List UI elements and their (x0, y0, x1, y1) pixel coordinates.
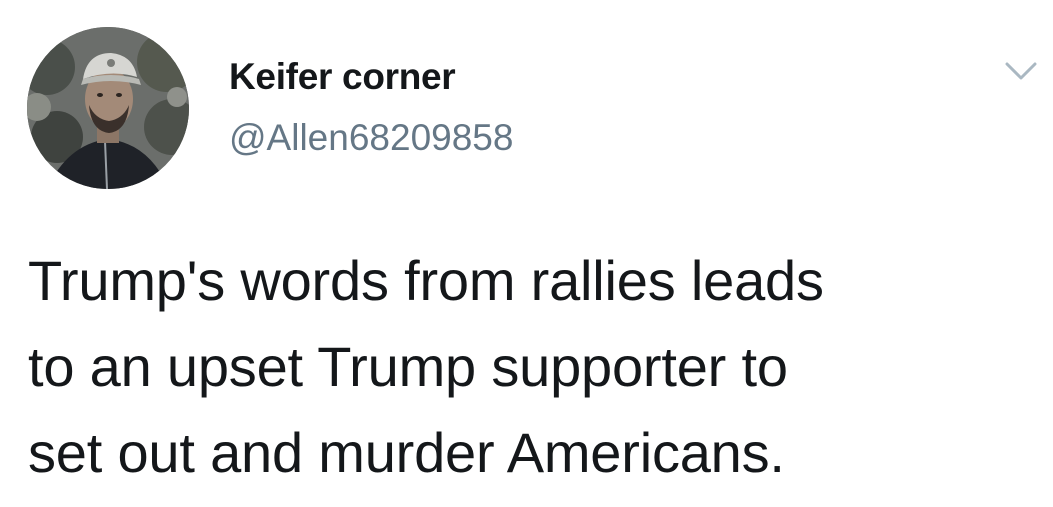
author-display-name[interactable]: Keifer corner (229, 56, 456, 98)
tweet-text-line: Trump's words from rallies leads (28, 249, 824, 312)
chevron-down-icon[interactable] (1004, 60, 1038, 82)
avatar[interactable] (27, 27, 189, 189)
tweet-card: Keifer corner @Allen68209858 Trump's wor… (0, 0, 1053, 507)
tweet-text-line: set out and murder Americans. (28, 421, 785, 484)
user-avatar-photo (27, 27, 189, 189)
tweet-text-line: to an upset Trump supporter to (28, 335, 788, 398)
tweet-text: Trump's words from rallies leads to an u… (28, 238, 1038, 496)
author-handle[interactable]: @Allen68209858 (229, 117, 513, 159)
